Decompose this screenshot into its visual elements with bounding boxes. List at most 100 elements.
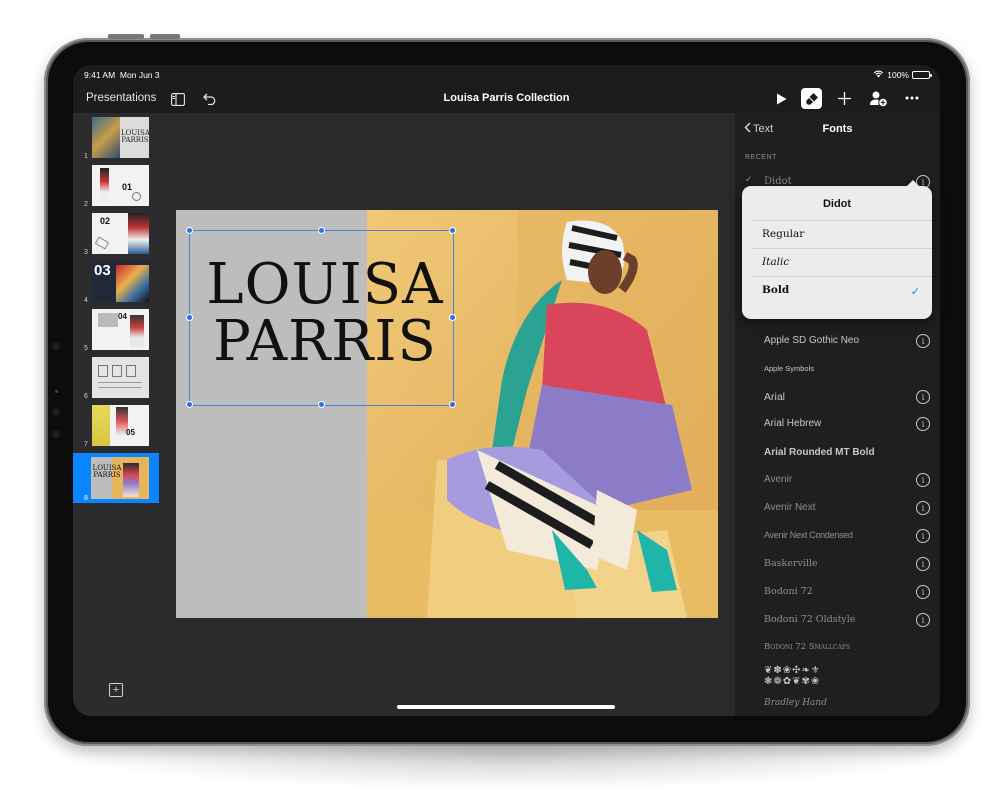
slide-number: 5: [84, 345, 88, 352]
font-name: Baskerville: [764, 558, 818, 569]
font-row[interactable]: Avenir i: [764, 471, 934, 491]
slide-preview: LOUISA PARRIS: [92, 117, 149, 158]
document-title: Louisa Parris Collection: [443, 92, 570, 104]
font-name: Arial Hebrew: [764, 418, 822, 429]
font-name: Arial: [764, 391, 786, 403]
font-row[interactable]: Baskerville i: [764, 555, 934, 575]
selection-box: [186, 227, 456, 408]
font-row[interactable]: Arial i: [764, 388, 934, 408]
slide-preview: 02: [92, 213, 149, 254]
font-name: Apple Symbols: [764, 364, 815, 373]
info-icon[interactable]: i: [916, 334, 930, 348]
collaborate-icon[interactable]: [868, 89, 888, 108]
font-row[interactable]: Avenir Next i: [764, 499, 934, 519]
home-indicator[interactable]: [397, 705, 615, 709]
font-row[interactable]: Bodoni 72 Oldstyle i: [764, 611, 934, 631]
slide-navigator: LOUISA PARRIS 1 01 2 02 3 03 4 04 5 6 05…: [73, 113, 159, 716]
info-icon[interactable]: i: [916, 613, 930, 627]
camera-dot: [52, 430, 60, 438]
status-right: 100%: [873, 70, 932, 80]
popover-title: Didot: [822, 198, 852, 210]
divider: [752, 276, 932, 277]
info-icon[interactable]: i: [916, 529, 930, 543]
resize-handle[interactable]: [186, 227, 193, 234]
status-bar: 9:41 AM Mon Jun 3 100%: [73, 65, 940, 85]
status-time-text: 9:41 AM: [84, 70, 116, 80]
current-slide[interactable]: LOUISA PARRIS: [176, 210, 718, 618]
font-style-regular[interactable]: Regular: [762, 228, 804, 240]
resize-handle[interactable]: [449, 401, 456, 408]
info-icon[interactable]: i: [916, 557, 930, 571]
resize-handle[interactable]: [186, 401, 193, 408]
font-row[interactable]: Arial Rounded MT Bold: [764, 444, 934, 464]
back-to-text-button[interactable]: Text: [744, 122, 773, 136]
slide-thumbnail[interactable]: 6: [73, 353, 159, 401]
resize-handle[interactable]: [317, 227, 325, 234]
slide-thumbnail[interactable]: 02 3: [73, 209, 159, 257]
sidebar-toggle-icon[interactable]: [170, 91, 186, 107]
slide-preview-text: 05: [126, 428, 135, 437]
volume-button: [150, 34, 180, 39]
toolbar: Presentations Louisa Parris Collection: [73, 85, 940, 113]
font-name: Arial Rounded MT Bold: [764, 447, 875, 458]
font-name: Bodoni 72 Smallcaps: [764, 642, 851, 652]
play-icon[interactable]: [773, 91, 789, 107]
slide-number: 2: [84, 201, 88, 208]
status-date-text: Mon Jun 3: [119, 70, 160, 80]
resize-handle[interactable]: [186, 314, 193, 321]
undo-icon[interactable]: [202, 91, 218, 107]
checkmark-icon: ✓: [910, 286, 920, 298]
presentations-button[interactable]: Presentations: [86, 92, 156, 104]
add-slide-button[interactable]: +: [109, 683, 123, 697]
font-row[interactable]: Apple SD Gothic Neo i: [764, 332, 934, 352]
slide-thumbnail[interactable]: 05 7: [73, 401, 159, 449]
slide-preview: [92, 357, 149, 398]
info-icon[interactable]: i: [916, 585, 930, 599]
divider: [752, 220, 932, 221]
format-brush-icon[interactable]: [801, 88, 822, 109]
info-icon[interactable]: i: [916, 390, 930, 404]
resize-handle[interactable]: [449, 227, 456, 234]
font-name: Avenir Next Condensed: [764, 530, 853, 540]
add-icon[interactable]: [836, 90, 852, 106]
more-icon[interactable]: [904, 90, 920, 106]
font-style-bold[interactable]: Bold: [762, 284, 789, 296]
slide-thumbnail[interactable]: 01 2: [73, 161, 159, 209]
battery-percent: 100%: [887, 70, 909, 80]
font-row[interactable]: Bodoni 72 i: [764, 583, 934, 603]
font-row[interactable]: Bradley Hand: [764, 695, 934, 715]
font-row[interactable]: Arial Hebrew i: [764, 415, 934, 435]
slide-thumbnail[interactable]: 03 4: [73, 257, 159, 305]
status-time: 9:41 AM Mon Jun 3: [84, 70, 160, 80]
font-row[interactable]: Avenir Next Condensed i: [764, 527, 934, 547]
font-name: Apple SD Gothic Neo: [764, 335, 860, 346]
font-row[interactable]: Apple Symbols: [764, 361, 934, 381]
slide-preview-text: LOUISA PARRIS: [121, 129, 149, 144]
volume-button: [108, 34, 144, 39]
font-row[interactable]: Bodoni 72 Smallcaps: [764, 639, 934, 659]
font-row-ornaments[interactable]: ❦✽❀✣❧⚜ ❃❁✿❦✾❀: [764, 663, 934, 693]
slide-number: 1: [84, 153, 88, 160]
battery-icon: [912, 71, 932, 79]
slide-preview-text: LOUISA PARRIS: [92, 464, 122, 479]
info-icon[interactable]: i: [916, 417, 930, 431]
info-icon[interactable]: i: [916, 473, 930, 487]
font-name: Avenir Next: [764, 502, 816, 513]
info-icon[interactable]: i: [916, 501, 930, 515]
slide-preview: 03: [92, 261, 149, 302]
slide-preview: 05: [92, 405, 149, 446]
back-label: Text: [753, 123, 774, 135]
resize-handle[interactable]: [449, 314, 456, 321]
slide-thumbnail-selected[interactable]: LOUISA PARRIS 8: [73, 453, 159, 503]
chevron-left-icon: [744, 122, 751, 136]
font-name: Avenir: [764, 474, 793, 485]
resize-handle[interactable]: [317, 401, 325, 408]
slide-thumbnail[interactable]: 04 5: [73, 305, 159, 353]
font-style-italic[interactable]: Italic: [762, 256, 789, 268]
slide-number: 3: [84, 249, 88, 256]
plus-icon: +: [112, 683, 120, 696]
divider: [752, 248, 932, 249]
wifi-icon: [873, 70, 884, 80]
slide-preview-text: 03: [94, 262, 111, 279]
slide-thumbnail[interactable]: LOUISA PARRIS 1: [73, 113, 159, 161]
